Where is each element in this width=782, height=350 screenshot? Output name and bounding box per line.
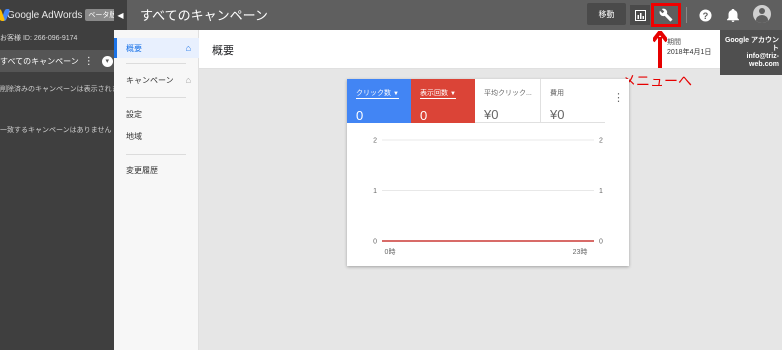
- beta-badge: ベータ版: [85, 9, 114, 21]
- date-range-value[interactable]: 2018年4月1日: [667, 47, 711, 57]
- metric-label: 平均クリック...: [484, 90, 532, 97]
- avatar-head: [759, 8, 765, 14]
- home-icon: ⌂: [185, 43, 191, 53]
- dropdown-icon: ▼: [393, 91, 399, 97]
- help-button[interactable]: ?: [695, 5, 715, 25]
- account-name-line2: ト: [772, 45, 779, 52]
- nav-divider: [126, 63, 186, 64]
- nav-item-locations[interactable]: 地域: [114, 126, 199, 146]
- metric-clicks[interactable]: クリック数 ▼ 0: [347, 79, 411, 123]
- chevron-down-icon[interactable]: ▾: [101, 55, 113, 67]
- y-tick-label-right: 0: [599, 239, 603, 246]
- metric-impressions[interactable]: 表示回数 ▼ 0: [411, 79, 475, 123]
- customer-id: お客様 ID: 266-096-9174: [0, 35, 78, 42]
- account-avatar[interactable]: [753, 5, 771, 23]
- nav-item-settings[interactable]: 設定: [114, 104, 199, 124]
- metric-cost[interactable]: 費用 ¥0: [541, 79, 605, 123]
- date-range-label[interactable]: 期間: [667, 37, 681, 47]
- collapse-sidebar-button[interactable]: ◀: [114, 0, 127, 30]
- y-tick-label-left: 2: [373, 138, 377, 145]
- metric-label: 表示回数 ▼: [420, 88, 456, 99]
- page-nav: 概要 ⌂ キャンペーン ⌂ 設定 地域 変更履歴: [114, 30, 199, 350]
- metric-label-text: 表示回数: [420, 90, 448, 97]
- avatar-body: [756, 15, 768, 23]
- bell-icon: [727, 8, 739, 22]
- nav-item-overview[interactable]: 概要 ⌂: [114, 38, 199, 58]
- wrench-icon: [659, 8, 673, 22]
- metric-value: 0: [356, 108, 364, 123]
- app-name: Google AdWords: [7, 9, 83, 21]
- x-tick-label-end: 23時: [573, 248, 588, 256]
- account-email-line2: web.com: [749, 61, 779, 68]
- nav-item-label: 概要: [126, 43, 142, 53]
- page-heading: すべてのキャンペーン: [140, 8, 268, 23]
- account-popup[interactable]: Google アカウン ト info@triz- web.com: [720, 30, 782, 75]
- nav-item-campaigns[interactable]: キャンペーン ⌂: [114, 70, 199, 90]
- bar-chart-icon: [634, 9, 646, 21]
- adwords-logo[interactable]: Google AdWords ベータ版: [0, 0, 114, 30]
- metric-label: 費用: [550, 90, 564, 97]
- nav-divider: [126, 154, 186, 155]
- campaign-scope-selector[interactable]: すべてのキャンペーン ⋮ ▾: [0, 50, 114, 72]
- performance-chart: 0 0 1 1 2 2 0時 23時: [373, 138, 603, 257]
- more-vert-icon[interactable]: ⋮: [84, 56, 94, 67]
- top-bar: すべてのキャンペーン 移動 ?: [127, 0, 782, 30]
- no-match-note: 一致するキャンペーンはありません: [0, 127, 112, 134]
- account-name-line1: Google アカウン: [724, 37, 779, 44]
- reports-button[interactable]: [630, 5, 650, 25]
- nav-item-change-history[interactable]: 変更履歴: [114, 160, 199, 180]
- nav-item-label: キャンペーン: [126, 75, 174, 85]
- dropdown-icon: ▼: [450, 91, 456, 97]
- chevron-left-icon: ◀: [117, 10, 124, 20]
- red-arrow-icon: [653, 31, 667, 68]
- campaign-scope-label: すべてのキャンペーン: [0, 56, 79, 66]
- y-tick-label-right: 2: [599, 138, 603, 145]
- left-panel: Google AdWords ベータ版 お客様 ID: 266-096-9174…: [0, 0, 114, 350]
- y-tick-label-left: 0: [373, 239, 377, 246]
- main-header: 概要 期間 2018年4月1日: [199, 30, 720, 69]
- y-tick-label-right: 1: [599, 188, 603, 195]
- metric-value: 0: [420, 108, 428, 123]
- nav-divider: [126, 97, 186, 98]
- metric-value: ¥0: [484, 107, 499, 122]
- more-vert-icon[interactable]: ⋮: [613, 91, 624, 104]
- deleted-campaigns-note: 削除済みのキャンペーンは表示されま: [0, 86, 114, 93]
- notifications-button[interactable]: [723, 5, 743, 25]
- metric-label: クリック数 ▼: [356, 88, 399, 99]
- metric-avg-cpc[interactable]: 平均クリック... ¥0: [475, 79, 541, 123]
- nav-item-label: 地域: [126, 131, 142, 141]
- nav-item-label: 変更履歴: [126, 165, 158, 175]
- nav-item-label: 設定: [126, 109, 142, 119]
- svg-text:?: ?: [702, 10, 708, 20]
- metric-label-text: クリック数: [356, 90, 391, 97]
- y-tick-label-left: 1: [373, 188, 377, 195]
- metric-value: ¥0: [550, 107, 565, 122]
- tools-button[interactable]: [651, 3, 681, 27]
- home-icon: ⌂: [185, 75, 191, 85]
- annotation-text: メニューへ: [622, 73, 692, 89]
- help-icon: ?: [698, 8, 712, 22]
- performance-card: クリック数 ▼ 0 表示回数 ▼ 0 平均クリック... ¥0 費用 ¥0 ⋮ 00…: [347, 79, 629, 266]
- toolbar-divider: [686, 7, 687, 23]
- account-email-line1: info@triz-: [746, 53, 779, 60]
- main-title: 概要: [212, 45, 234, 57]
- x-tick-label-start: 0時: [385, 248, 396, 256]
- move-button[interactable]: 移動: [587, 3, 626, 25]
